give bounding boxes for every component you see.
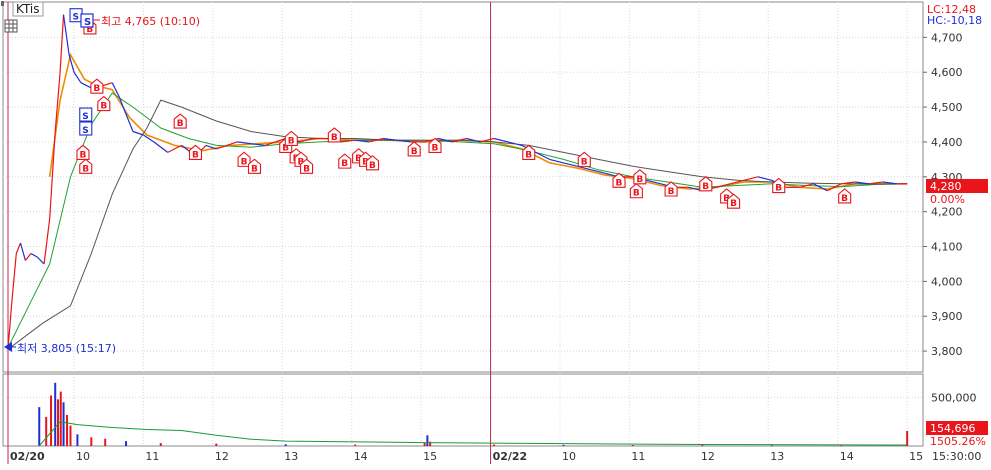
- price-tick-label: 4,000: [931, 275, 963, 288]
- volume-bar: [701, 445, 704, 447]
- price-tick-label: 4,200: [931, 206, 963, 219]
- price-tick-label: 4,400: [931, 136, 963, 149]
- volume-bar: [426, 435, 429, 446]
- volume-bar: [38, 407, 41, 446]
- time-tick-label: 13: [770, 450, 784, 463]
- low-annotation: 최저 3,805 (15:17): [4, 342, 116, 355]
- buy-marker-label: B: [432, 143, 439, 153]
- volume-bar: [284, 444, 287, 446]
- time-tick-label: 11: [631, 450, 645, 463]
- current-volume-tag: 154,696 1505.26%: [926, 421, 988, 448]
- high-label: 최고 4,765 (10:10): [101, 15, 200, 28]
- window-title: KTis: [16, 2, 39, 16]
- volume-change-label: 1505.26%: [930, 435, 986, 448]
- sell-marker-label: S: [82, 126, 88, 136]
- price-tick-label: 4,500: [931, 101, 963, 114]
- current-volume-label: 154,696: [930, 422, 976, 435]
- hc-indicator: HC:-10,18: [927, 14, 982, 27]
- time-tick-label: 12: [215, 450, 229, 463]
- volume-bar: [423, 443, 426, 446]
- buy-marker-label: B: [82, 164, 89, 174]
- high-marker-label: S: [84, 17, 91, 28]
- volume-bar: [50, 395, 53, 446]
- time-tick-label: 14: [354, 450, 368, 463]
- price-volume-chart: SSSBBBBBBBBBBBBBBBBBBBBBBBBBBBBBBBB 3,80…: [0, 0, 991, 466]
- time-tick-label: 02/22: [493, 450, 528, 463]
- volume-bar: [90, 437, 93, 446]
- volume-bar: [493, 444, 496, 446]
- sell-marker-label: S: [73, 13, 79, 23]
- sell-marker: S: [79, 107, 93, 122]
- time-tick-label: 15: [909, 450, 923, 463]
- volume-bar: [62, 402, 65, 446]
- time-tick-label: 02/20: [10, 450, 45, 463]
- volume-bar: [54, 382, 57, 446]
- price-tick-label: 4,100: [931, 241, 963, 254]
- time-tick-label: 15: [423, 450, 437, 463]
- sell-marker-label: S: [82, 112, 88, 122]
- time-tick-label: 11: [145, 450, 159, 463]
- buy-marker-label: B: [341, 159, 348, 169]
- volume-bar: [104, 438, 107, 446]
- price-tick-label: 3,900: [931, 310, 963, 323]
- buy-marker-label: B: [841, 194, 848, 204]
- time-tick-label: 14: [840, 450, 854, 463]
- volume-bar: [770, 445, 773, 447]
- price-tick-label: 4,700: [931, 31, 963, 44]
- time-tick-label: 12: [701, 450, 715, 463]
- volume-bar: [840, 445, 843, 447]
- buy-marker-label: B: [411, 147, 418, 157]
- buy-marker-label: B: [251, 164, 258, 174]
- volume-bar: [66, 414, 69, 446]
- volume-bar: [125, 441, 128, 446]
- buy-marker-label: B: [616, 178, 623, 188]
- price-tick-label: 4,600: [931, 66, 963, 79]
- price-tick-label: 3,800: [931, 345, 963, 358]
- volume-tick-label: 500,000: [931, 391, 977, 404]
- buy-marker-label: B: [192, 150, 199, 160]
- buy-marker-label: B: [581, 157, 588, 167]
- grid-icon[interactable]: [4, 19, 18, 33]
- buy-marker-label: B: [288, 136, 295, 146]
- volume-bar: [45, 416, 48, 446]
- time-tick-label: 10: [76, 450, 90, 463]
- sell-marker: S: [79, 121, 93, 136]
- volume-bar: [76, 434, 79, 446]
- time-tick-label: 10: [562, 450, 576, 463]
- buy-marker-label: B: [369, 161, 376, 171]
- sell-marker: S: [69, 8, 83, 23]
- volume-bar: [906, 430, 909, 446]
- chart-background: [0, 0, 991, 466]
- volume-bar: [354, 444, 357, 446]
- buy-marker-label: B: [525, 150, 532, 160]
- volume-bar: [69, 425, 72, 446]
- buy-marker-label: B: [177, 119, 184, 129]
- volume-bar: [59, 391, 62, 446]
- buy-marker-label: B: [303, 164, 310, 174]
- current-price-label: 4,280: [930, 180, 962, 193]
- buy-marker-label: B: [100, 102, 107, 112]
- buy-marker-label: B: [668, 187, 675, 197]
- buy-marker-label: B: [633, 189, 640, 199]
- volume-bar: [159, 443, 162, 446]
- buy-marker-label: B: [730, 199, 737, 209]
- buy-marker-label: B: [636, 175, 643, 185]
- buy-marker-label: B: [93, 84, 100, 94]
- restore-icon[interactable]: [1, 1, 4, 6]
- current-change-label: 0.00%: [930, 193, 965, 206]
- buy-marker-label: B: [702, 182, 709, 192]
- low-label: 최저 3,805 (15:17): [17, 342, 116, 355]
- volume-bar: [631, 445, 634, 447]
- buy-marker-label: B: [775, 184, 782, 194]
- time-tick-label: 13: [284, 450, 298, 463]
- buy-marker-label: B: [331, 133, 338, 143]
- chart-window: SSSBBBBBBBBBBBBBBBBBBBBBBBBBBBBBBBB 3,80…: [0, 0, 991, 466]
- volume-bar: [215, 443, 218, 446]
- time-tick-label: 15:30:00: [932, 450, 981, 463]
- volume-bar: [562, 444, 565, 446]
- buy-marker-label: B: [241, 157, 248, 167]
